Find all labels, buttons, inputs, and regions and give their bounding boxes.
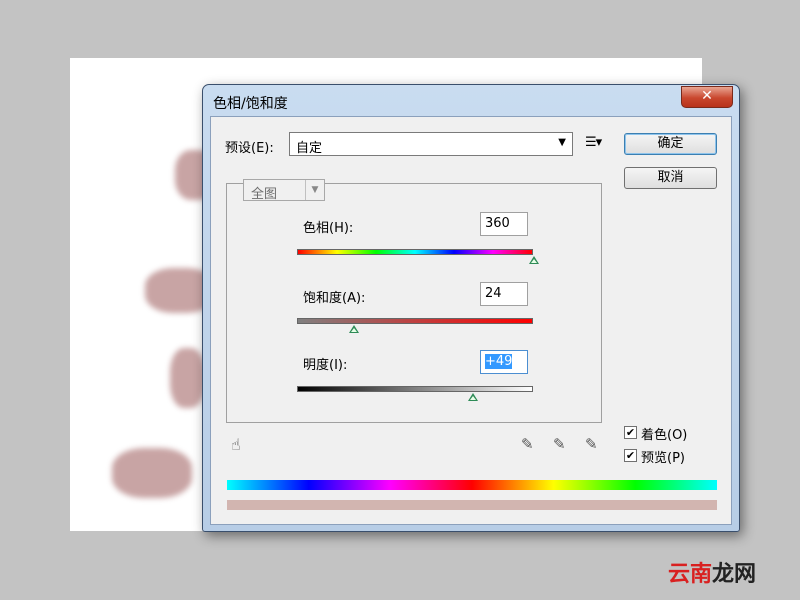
hue-label: 色相(H): [303,221,354,236]
lightness-slider-thumb[interactable] [468,393,478,401]
dialog-title: 色相/饱和度 [213,96,288,112]
chevron-down-icon: ▼ [558,137,566,148]
title-bar[interactable]: 色相/饱和度 ✕ [203,85,739,115]
channel-dropdown[interactable]: 全图 ▼ [243,179,325,202]
preset-label: 预设(E): [225,141,274,156]
hue-slider-track[interactable] [297,249,533,255]
saturation-input[interactable]: 24 [480,282,528,306]
saturation-slider-thumb[interactable] [349,325,359,333]
hue-saturation-dialog: 色相/饱和度 ✕ 预设(E): 自定 ▼ ☰▾ 确定 取消 全图 ▼ 色相(H)… [202,84,740,532]
eyedropper-plus-icon[interactable]: ✎ [553,435,566,453]
saturation-value: 24 [485,286,502,301]
close-icon: ✕ [701,88,713,104]
eyedropper-icon[interactable]: ✎ [521,435,534,453]
lightness-label: 明度(I): [303,358,348,373]
hue-slider-thumb[interactable] [529,256,539,264]
painted-stroke [112,448,192,498]
preview-checkbox[interactable]: ✔ [624,449,637,462]
painted-stroke [170,348,205,408]
hue-value: 360 [485,216,510,231]
dialog-body: 预设(E): 自定 ▼ ☰▾ 确定 取消 全图 ▼ 色相(H): 360 饱和度… [210,116,732,525]
input-spectrum-bar [227,480,717,490]
close-button[interactable]: ✕ [681,86,733,108]
saturation-slider-track[interactable] [297,318,533,324]
lightness-value: +49 [485,354,513,369]
hand-adjust-icon[interactable]: ☝ [231,435,241,454]
list-options-icon[interactable]: ☰▾ [585,135,602,150]
output-color-bar [227,500,717,510]
cancel-button[interactable]: 取消 [624,167,717,189]
colorize-checkbox[interactable]: ✔ [624,426,637,439]
ok-button[interactable]: 确定 [624,133,717,155]
preset-value: 自定 [296,141,323,156]
hue-input[interactable]: 360 [480,212,528,236]
chevron-down-icon: ▼ [305,180,324,200]
saturation-label: 饱和度(A): [303,291,366,306]
colorize-label: 着色(O) [641,428,688,443]
preset-dropdown[interactable]: 自定 ▼ [289,132,573,156]
watermark-part1: 云南 [668,562,713,587]
lightness-input[interactable]: +49 [480,350,528,374]
channel-value: 全图 [251,187,278,202]
lightness-slider-track[interactable] [297,386,533,392]
preview-label: 预览(P) [641,451,685,466]
watermark-part2: 龙网 [712,562,757,587]
site-watermark: 云南龙网 [668,556,756,588]
eyedropper-minus-icon[interactable]: ✎ [585,435,598,453]
